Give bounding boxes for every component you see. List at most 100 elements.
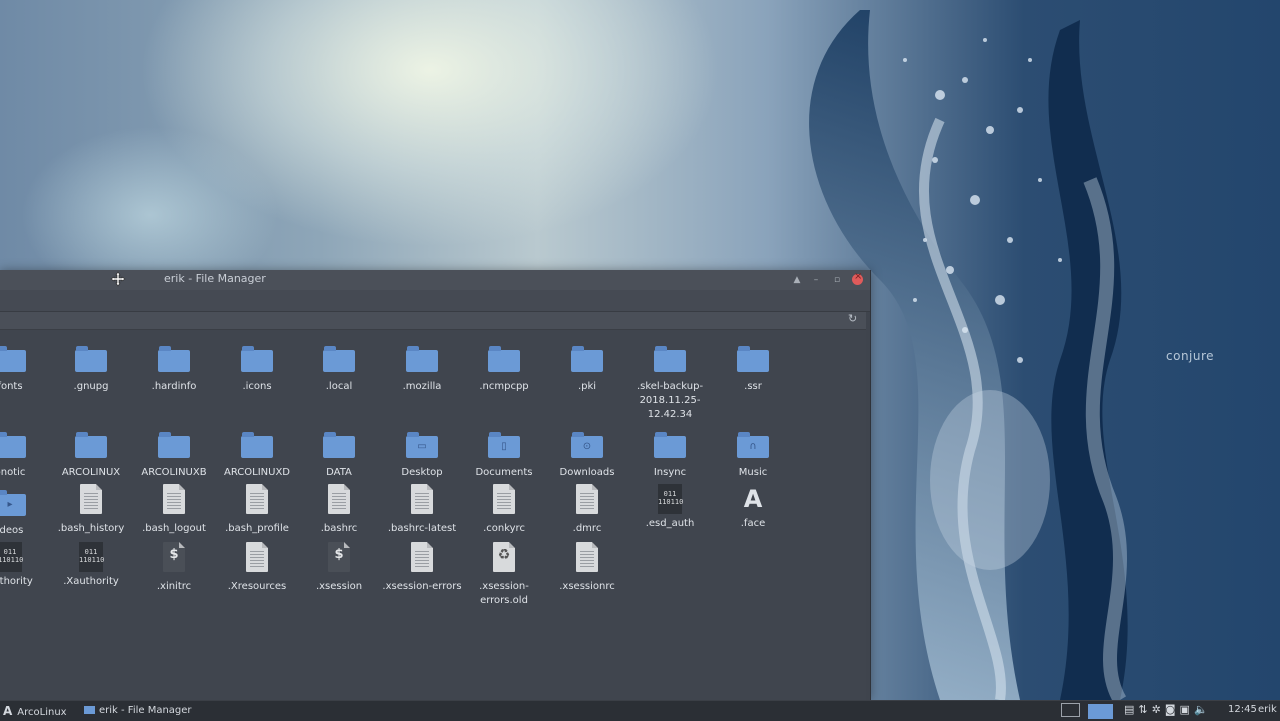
text-file-icon <box>246 484 268 514</box>
workspace-1[interactable] <box>1061 703 1080 717</box>
file-item[interactable]: .bashrc-latest <box>380 484 464 536</box>
text-file-icon <box>576 484 598 514</box>
folder-icon <box>75 346 107 372</box>
file-item[interactable]: .xsessionrc <box>545 542 629 594</box>
system-tray: ▤ ⇅ ✲ ◙ ▣ 🔈 <box>1124 703 1212 719</box>
file-item[interactable]: 011110110authority <box>0 542 52 589</box>
folder-icon <box>0 346 26 372</box>
file-item[interactable]: 011 110110 .esd_auth <box>628 484 712 531</box>
wallpaper-brand-text: conjure <box>1166 349 1215 363</box>
folder-icon <box>158 432 190 458</box>
file-item[interactable]: ♻ .xsession-errors.old <box>462 542 546 608</box>
file-item[interactable]: 011 110110 .Xauthority <box>49 542 133 589</box>
settings-icon[interactable]: ✲ <box>1152 703 1161 716</box>
file-item[interactable]: onotic <box>0 430 52 480</box>
shade-button[interactable]: ▲ <box>790 273 804 287</box>
file-item[interactable]: .bash_profile <box>215 484 299 536</box>
file-item[interactable]: .bash_history <box>49 484 133 536</box>
videos-folder-icon: ▸ <box>0 490 26 516</box>
script-file-icon: $ <box>163 542 185 572</box>
window-title: erik - File Manager <box>164 272 266 285</box>
text-file-icon <box>493 484 515 514</box>
file-item[interactable]: ▸ideos <box>0 488 52 538</box>
file-item[interactable]: .gnupg <box>49 344 133 394</box>
text-file-icon <box>411 484 433 514</box>
window-titlebar[interactable]: erik - File Manager ▲ – ▫ <box>0 270 870 290</box>
file-item[interactable]: A .face <box>711 484 795 531</box>
file-item[interactable]: ▯ Documents <box>462 430 546 480</box>
text-file-icon <box>163 484 185 514</box>
file-item[interactable]: DATA <box>297 430 381 480</box>
folder-icon <box>241 432 273 458</box>
file-view[interactable]: fonts .gnupg .hardinfo .icons .local .mo… <box>0 330 866 700</box>
text-file-icon <box>411 542 433 572</box>
file-item[interactable]: ▭ Desktop <box>380 430 464 480</box>
trash-file-icon: ♻ <box>493 542 515 572</box>
reload-icon[interactable]: ↻ <box>848 313 860 325</box>
binary-file-icon: 011 110110 <box>0 542 23 572</box>
folder-icon <box>654 432 686 458</box>
binary-file-icon: 011 110110 <box>658 484 683 514</box>
file-item[interactable]: .bash_logout <box>132 484 216 536</box>
music-folder-icon: ∩ <box>737 432 769 458</box>
folder-icon <box>406 346 438 372</box>
binary-file-icon: 011 110110 <box>79 542 104 572</box>
taskbar: A ArcoLinux erik - File Manager ▤ ⇅ ✲ ◙ ▣ 🔈 12… <box>0 700 1280 721</box>
documents-folder-icon: ▯ <box>488 432 520 458</box>
location-bar[interactable]: ↻ <box>0 312 866 330</box>
file-item[interactable]: .xsession-errors <box>380 542 464 594</box>
folder-icon <box>571 346 603 372</box>
script-file-icon: $ <box>328 542 350 572</box>
file-item[interactable]: ARCOLINUX <box>49 430 133 480</box>
folder-icon <box>241 346 273 372</box>
file-item[interactable]: .conkyrc <box>462 484 546 536</box>
move-cursor-icon <box>110 271 126 287</box>
user-name[interactable]: erik <box>1258 704 1277 715</box>
file-item[interactable]: .icons <box>215 344 299 394</box>
arcolinux-logo-icon: A <box>3 704 13 718</box>
file-item[interactable]: .ncmpcpp <box>462 344 546 394</box>
application-menu-button[interactable]: A ArcoLinux <box>3 704 67 718</box>
file-item[interactable]: .ssr <box>711 344 795 394</box>
file-item[interactable]: .mozilla <box>380 344 464 394</box>
clock[interactable]: 12:45 <box>1228 704 1257 715</box>
clipboard-icon[interactable]: ▤ <box>1124 703 1134 716</box>
file-manager-window[interactable]: erik - File Manager ▲ – ▫ ↻ fonts .gnupg… <box>0 270 871 700</box>
file-item[interactable]: .pki <box>545 344 629 394</box>
text-file-icon <box>328 484 350 514</box>
volume-icon[interactable]: 🔈 <box>1194 703 1208 716</box>
image-viewer-icon[interactable]: ▣ <box>1180 703 1190 716</box>
file-item[interactable]: ARCOLINUXD <box>215 430 299 480</box>
folder-icon <box>737 346 769 372</box>
file-item[interactable]: .hardinfo <box>132 344 216 394</box>
minimize-button[interactable]: – <box>809 273 823 287</box>
text-file-icon <box>80 484 102 514</box>
file-item[interactable]: Insync <box>628 430 712 480</box>
maximize-button[interactable]: ▫ <box>830 273 844 287</box>
file-item[interactable]: .bashrc <box>297 484 381 536</box>
workspace-2[interactable] <box>1088 704 1113 719</box>
desktop-folder-icon: ▭ <box>406 432 438 458</box>
network-icon[interactable]: ⇅ <box>1138 703 1147 716</box>
file-item[interactable]: ARCOLINUXB <box>132 430 216 480</box>
file-item[interactable]: .skel-backup-2018.11.25-12.42.34 <box>628 344 712 422</box>
file-item[interactable]: $ .xinitrc <box>132 542 216 594</box>
menubar <box>0 290 870 312</box>
arcolinux-logo-icon: A <box>743 485 763 513</box>
close-button[interactable] <box>852 271 863 285</box>
folder-icon <box>323 432 355 458</box>
file-item[interactable]: ⊙ Downloads <box>545 430 629 480</box>
task-file-manager[interactable]: erik - File Manager <box>84 704 192 718</box>
downloads-folder-icon: ⊙ <box>571 432 603 458</box>
file-item[interactable]: .dmrc <box>545 484 629 536</box>
text-file-icon <box>246 542 268 572</box>
file-item[interactable]: .Xresources <box>215 542 299 594</box>
folder-icon <box>158 346 190 372</box>
file-item[interactable]: ∩ Music <box>711 430 795 480</box>
screenshot-icon[interactable]: ◙ <box>1165 703 1176 716</box>
file-item[interactable]: $ .xsession <box>297 542 381 594</box>
text-file-icon <box>576 542 598 572</box>
file-item[interactable]: fonts <box>0 344 52 394</box>
file-item[interactable]: .local <box>297 344 381 394</box>
folder-icon <box>75 432 107 458</box>
